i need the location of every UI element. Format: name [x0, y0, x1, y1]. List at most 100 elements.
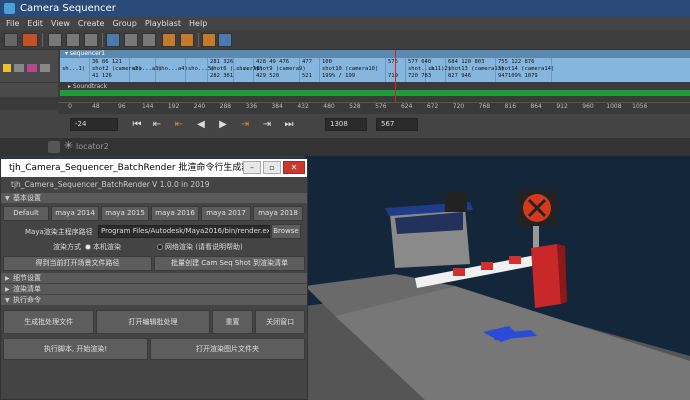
section-basic-settings[interactable]: ▼ 基本设置 — [1, 193, 307, 204]
record-icon[interactable] — [22, 33, 38, 47]
menu-edit[interactable]: Edit — [25, 17, 49, 30]
track-icon[interactable] — [48, 33, 62, 47]
view-icon[interactable] — [124, 33, 138, 47]
shot-clip[interactable]: 684 120 803 shot13 (camera13) 827 946 — [446, 58, 504, 82]
track-solo-icon[interactable] — [27, 64, 37, 72]
shot-clip[interactable]: 576 719 — [386, 58, 406, 82]
track-icon[interactable] — [66, 33, 80, 47]
step-back-frame-icon[interactable]: ⇤ — [172, 119, 186, 131]
section-detail-settings[interactable]: ▶ 细节设置 — [1, 273, 307, 284]
exec-buttons-2: 执行脚本, 开始渲染! 打开渲染图片文件夹 — [1, 336, 307, 362]
go-to-end-icon[interactable]: ⏭ — [282, 119, 296, 131]
version-buttons: Default maya 2014 maya 2015 maya 2016 ma… — [1, 204, 307, 223]
shot-clip[interactable]: sh...2) — [426, 58, 451, 82]
panel-icon[interactable] — [48, 141, 60, 153]
shot-clip[interactable]: sho...a4) — [156, 58, 188, 82]
shot-end-frames: 947109% 1079 — [498, 73, 538, 79]
expand-arrow-icon: ▶ — [5, 275, 10, 282]
track-option-icon[interactable] — [40, 64, 50, 72]
run-script-button[interactable]: 执行脚本, 开始渲染! — [3, 338, 149, 360]
audio-icon[interactable] — [180, 33, 194, 47]
track-mute-icon[interactable] — [14, 64, 24, 72]
shot-clip[interactable]: 755 122 876 shot14 (camera14) 947109% 1079 — [496, 58, 554, 82]
browse-button[interactable]: Browse — [271, 224, 301, 239]
shot-clip[interactable]: sh...7) — [234, 58, 259, 82]
shot-clip[interactable]: 281 326 shot6 (...mera6) 282 361 — [208, 58, 263, 82]
batch-create-button[interactable]: 批量创建 Cam Seq Shot 到渲染清单 — [154, 256, 305, 271]
version-2017-button[interactable]: maya 2017 — [201, 206, 251, 221]
track-icon[interactable] — [84, 33, 98, 47]
close-window-button[interactable]: 关闭窗口 — [255, 310, 305, 334]
maximize-button[interactable]: ▫ — [263, 161, 281, 174]
menu-file[interactable]: File — [4, 17, 25, 30]
version-2018-button[interactable]: maya 2018 — [253, 206, 303, 221]
shot-clip[interactable]: 577 640 shot...a11) 720 783 — [406, 58, 444, 82]
menu-create[interactable]: Create — [76, 17, 111, 30]
radio-dot-icon — [157, 244, 163, 250]
reset-button[interactable]: 重置 — [211, 310, 254, 334]
end-frame-field[interactable]: 1308 — [325, 118, 367, 131]
play-forward-icon[interactable]: ▶ — [216, 119, 230, 131]
radio-local-render[interactable]: 本机渲染 — [85, 242, 121, 252]
get-scene-path-button[interactable]: 得到当前打开场景文件路径 — [3, 256, 152, 271]
generate-batch-button[interactable]: 生成批处理文件 — [3, 310, 95, 334]
section-render-list[interactable]: ▶ 渲染清单 — [1, 284, 307, 295]
ruler-tick-label: 672 — [426, 103, 439, 110]
menu-help[interactable]: Help — [187, 17, 213, 30]
version-default-button[interactable]: Default — [3, 206, 49, 221]
play-backward-icon[interactable]: ◀ — [194, 119, 208, 131]
minimize-button[interactable]: – — [243, 161, 261, 174]
sequence-header[interactable]: ▾ sequencer1 — [60, 50, 690, 58]
render-path-input[interactable]: Program Files/Autodesk/Maya2016/bin/rend… — [98, 225, 270, 238]
3d-viewport[interactable] — [305, 156, 690, 400]
radio-network-render[interactable]: 网络渲染 (请看说明帮助) — [157, 242, 243, 252]
shot-clip[interactable]: sh...1) — [60, 58, 90, 82]
sequencer-toolbar — [0, 30, 690, 50]
view-icon[interactable] — [142, 33, 156, 47]
shot-name: sh...1) — [62, 66, 86, 72]
soundtrack-bar[interactable] — [60, 90, 690, 96]
shot-end-frames: 282 361 — [210, 73, 234, 79]
maya-app-icon — [4, 3, 15, 14]
shot-clip[interactable]: 36 86 121 shot2 (camera2) 41 126 — [90, 58, 142, 82]
sequencer-menubar: File Edit View Create Group Playblast He… — [0, 17, 690, 30]
shot-icon[interactable] — [218, 33, 232, 47]
sequencer-tracks: ▾ sequencer1 sh...1) 36 86 121 shot2 (came… — [0, 50, 690, 110]
step-forward-key-icon[interactable]: ⇥ — [260, 119, 274, 131]
soundtrack-header[interactable]: ▸ Soundtrack — [60, 83, 690, 90]
open-edit-batch-button[interactable]: 打开编辑批处理 — [96, 310, 210, 334]
shot-start-frames: 684 120 803 — [448, 59, 485, 65]
open-render-folder-button[interactable]: 打开渲染图片文件夹 — [150, 338, 305, 360]
step-back-key-icon[interactable]: ⇤ — [150, 119, 164, 131]
shot-end-frames: 41 126 — [92, 73, 112, 79]
menu-group[interactable]: Group — [110, 17, 142, 30]
shot-clip[interactable]: 477 521 — [300, 58, 320, 82]
scene-buttons: 得到当前打开场景文件路径 批量创建 Cam Seq Shot 到渲染清单 — [1, 254, 307, 273]
menu-view[interactable]: View — [49, 17, 76, 30]
shot-clip[interactable]: sho...5) — [186, 58, 215, 82]
shot-name: shot9 (camera9) — [256, 66, 306, 72]
version-2015-button[interactable]: maya 2015 — [101, 206, 149, 221]
radio-network-label: 网络渲染 (请看说明帮助) — [165, 243, 243, 251]
outliner-item[interactable]: locator2 — [76, 142, 109, 151]
track-lock-icon[interactable] — [3, 64, 11, 72]
menu-playblast[interactable]: Playblast — [143, 17, 187, 30]
start-frame-field[interactable]: -24 — [70, 118, 118, 131]
shot-clip[interactable]: 428 49 476 shot9 (camera9) 429 520 — [254, 58, 306, 82]
version-2014-button[interactable]: maya 2014 — [51, 206, 99, 221]
toolbar-toggle-icon[interactable] — [4, 33, 18, 47]
playback-controls: -24 ⏮ ⇤ ⇤ ◀ ▶ ⇥ ⇥ ⏭ 1308 567 — [0, 114, 690, 138]
current-frame-field[interactable]: 567 — [376, 118, 418, 131]
shot-icon[interactable] — [202, 33, 216, 47]
shot-clip[interactable]: 100 shot10 (camera10) 199% / 199 — [320, 58, 386, 82]
camera-shot-icon[interactable] — [106, 33, 120, 47]
go-to-start-icon[interactable]: ⏮ — [130, 119, 144, 131]
step-forward-frame-icon[interactable]: ⇥ — [238, 119, 252, 131]
section-execute[interactable]: ▼ 执行命令 — [1, 295, 307, 306]
audio-icon[interactable] — [162, 33, 176, 47]
close-icon[interactable]: ✕ — [283, 161, 305, 174]
version-2016-button[interactable]: maya 2016 — [151, 206, 199, 221]
shot-end-frames: 199% / 199 — [322, 73, 356, 79]
time-ruler[interactable]: 0 48 96 144 192 240 288 336 384 432 480 528 576 624 67… — [58, 102, 690, 114]
shot-clip[interactable]: sho...a3) — [130, 58, 162, 82]
